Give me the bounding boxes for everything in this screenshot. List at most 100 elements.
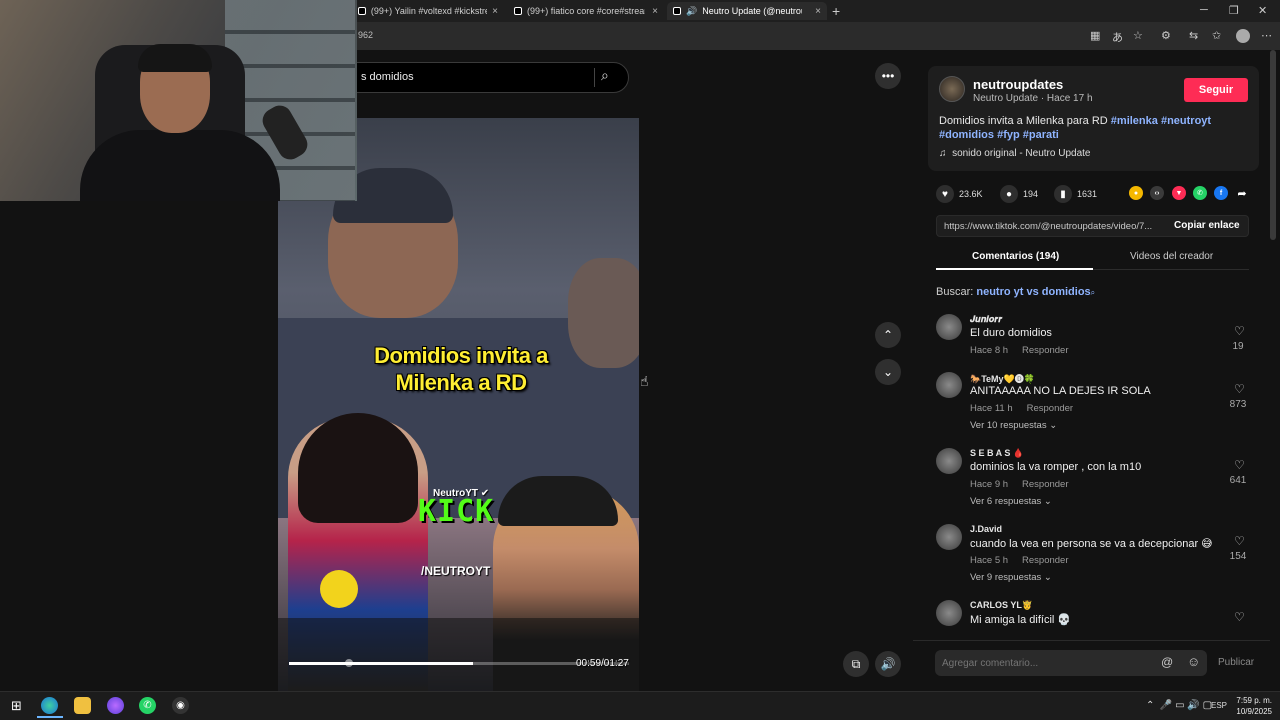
video-handle-text: /NEUTROYT (421, 564, 491, 578)
more-options-icon[interactable]: ••• (875, 63, 901, 89)
creator-avatar[interactable] (939, 76, 965, 102)
hashtag-link[interactable]: #neutroyt (1161, 115, 1211, 127)
browser-tab-3[interactable]: 🔊 Neutro Update (@neutroupd × (667, 2, 827, 20)
whatsapp-icon[interactable]: ✆ (1193, 186, 1207, 200)
search-icon[interactable]: ⌕ (601, 67, 609, 84)
copy-link-button[interactable]: Copiar enlace (1174, 220, 1240, 231)
tab-creator-videos[interactable]: Videos del creador (1130, 251, 1213, 262)
pip-icon[interactable]: ⧉ (843, 651, 869, 677)
close-window-icon[interactable]: ✕ (1258, 4, 1267, 17)
heart-outline-icon[interactable]: ♡ (1234, 382, 1245, 396)
chevron-down-icon[interactable]: ⌄ (875, 359, 901, 385)
commenter-name[interactable]: J.David (970, 524, 1002, 534)
description-text: Domidios invita a Milenka para RD (939, 115, 1108, 127)
profile-avatar[interactable] (1236, 29, 1250, 43)
embed-icon[interactable]: ‹› (1150, 186, 1164, 200)
heart-outline-icon[interactable]: ♡ (1234, 458, 1245, 472)
comment-item: 𝑱𝒖𝒏𝒊𝒐𝒓𝒓 El duro domidios Hace 8 h Respond… (936, 314, 1256, 364)
reply-button[interactable]: Responder (1022, 479, 1068, 490)
edge-browser-icon[interactable] (41, 697, 58, 714)
more-menu-icon[interactable]: ⋯ (1261, 29, 1272, 42)
scrollbar[interactable] (1270, 50, 1276, 240)
commenter-avatar[interactable] (936, 524, 962, 550)
hashtag-link[interactable]: #domidios (939, 129, 994, 141)
creator-username[interactable]: neutroupdates (973, 77, 1063, 92)
view-replies-button[interactable]: Ver 6 respuestas ⌄ (970, 496, 1052, 507)
follow-button[interactable]: Seguir (1184, 78, 1248, 102)
comment-text: cuando la vea en persona se va a decepci… (970, 538, 1213, 550)
view-replies-button[interactable]: Ver 9 respuestas ⌄ (970, 572, 1052, 583)
search-suggestion[interactable]: Buscar: neutro yt vs domidios⌕ (936, 286, 1095, 298)
music-note-icon: ♫ (939, 148, 947, 159)
hashtag-link[interactable]: #parati (1023, 129, 1059, 141)
whatsapp-icon[interactable]: ✆ (139, 697, 156, 714)
facebook-icon[interactable]: f (1214, 186, 1228, 200)
system-tray[interactable]: ⌃ 🎤 ▭ 🔊 ▢ (1146, 700, 1212, 711)
comment-item: S E B A S 🩸 dominios la va romper , con … (936, 448, 1256, 516)
volume-icon[interactable]: 🔊 (875, 651, 901, 677)
commenter-name[interactable]: CARLOS YL🤴 (970, 600, 1033, 611)
new-tab-button[interactable]: + (832, 3, 840, 19)
file-explorer-icon[interactable] (74, 697, 91, 714)
clock[interactable]: 7:59 p. m. 10/9/2025 (1234, 695, 1272, 717)
view-replies-button[interactable]: Ver 10 respuestas ⌄ (970, 420, 1057, 431)
obs-icon[interactable]: ◉ (172, 697, 189, 714)
comment-text: ANITAAAAA NO LA DEJES IR SOLA (970, 385, 1151, 397)
restore-icon[interactable]: ❐ (1229, 4, 1239, 17)
favorite-star-icon[interactable]: ☆ (1133, 29, 1143, 42)
send-icon[interactable]: ▼ (1172, 186, 1186, 200)
like-button[interactable]: ♥ 23.6K (936, 185, 983, 203)
minimize-icon[interactable]: ─ (1200, 4, 1208, 16)
favorites-icon[interactable]: ✩ (1212, 29, 1221, 42)
reply-button[interactable]: Responder (1027, 403, 1073, 414)
split-screen-icon[interactable]: ⇆ (1189, 29, 1198, 42)
windows-start-icon[interactable]: ⊞ (8, 697, 25, 714)
commenter-avatar[interactable] (936, 372, 962, 398)
mention-icon[interactable]: @ (1161, 655, 1173, 669)
url-field[interactable]: 962 (358, 30, 373, 40)
tab-comments[interactable]: Comentarios (194) (972, 251, 1059, 262)
extensions-icon[interactable]: ⚙ (1161, 29, 1171, 42)
commenter-avatar[interactable] (936, 600, 962, 626)
emoji-icon[interactable]: ☺ (1187, 654, 1200, 669)
publish-button[interactable]: Publicar (1218, 657, 1254, 668)
video-time: 00:59/01:27 (576, 658, 629, 669)
search-suggestion-query[interactable]: neutro yt vs domidios (976, 286, 1090, 298)
heart-outline-icon[interactable]: ♡ (1234, 610, 1245, 624)
reply-button[interactable]: Responder (1022, 555, 1068, 566)
comment-meta: Hace 5 h Responder (970, 555, 1069, 566)
language-indicator[interactable]: ESP (1211, 701, 1227, 710)
comment-text: Mi amiga la difícil 💀 (970, 614, 1072, 626)
hand-cursor-icon: ☝ (640, 373, 649, 389)
commenter-name[interactable]: S E B A S 🩸 (970, 448, 1024, 459)
video-link-field[interactable]: https://www.tiktok.com/@neutroupdates/vi… (944, 221, 1166, 232)
commenter-avatar[interactable] (936, 448, 962, 474)
commenter-name[interactable]: 🐎TeMy💛🅓🍀 (970, 372, 1035, 385)
heart-outline-icon[interactable]: ♡ (1234, 534, 1245, 548)
close-icon[interactable]: × (492, 6, 498, 17)
browser-tab-1[interactable]: (99+) Yailin #voltexd #kickstream × (352, 2, 504, 20)
chevron-up-icon[interactable]: ⌃ (875, 322, 901, 348)
coin-icon[interactable]: ● (1129, 186, 1143, 200)
comment-item: CARLOS YL🤴 Mi amiga la difícil 💀 ♡ (936, 600, 1256, 640)
sound-link[interactable]: ♫ sonido original - Neutro Update (939, 148, 1090, 159)
commenter-name[interactable]: 𝑱𝒖𝒏𝒊𝒐𝒓𝒓 (970, 314, 1002, 325)
hashtag-link[interactable]: #milenka (1111, 115, 1158, 127)
share-arrow-icon[interactable]: ➦ (1235, 186, 1249, 200)
progress-handle[interactable] (345, 659, 353, 667)
translate-icon[interactable]: あ (1112, 29, 1123, 45)
close-icon[interactable]: × (652, 6, 658, 17)
messenger-icon[interactable] (107, 697, 124, 714)
save-button[interactable]: ▮ 1631 (1054, 185, 1097, 203)
browser-tab-2[interactable]: (99+) fiatico core #core#stream# × (508, 2, 664, 20)
active-app-indicator (37, 716, 63, 718)
close-icon[interactable]: × (815, 6, 821, 17)
hashtag-link[interactable]: #fyp (997, 129, 1020, 141)
apps-icon[interactable]: ▦ (1090, 29, 1100, 42)
commenter-avatar[interactable] (936, 314, 962, 340)
video-player[interactable]: Domidios invita a Milenka a RD NeutroYT … (278, 118, 639, 691)
comment-button[interactable]: ● 194 (1000, 185, 1038, 203)
search-input[interactable]: s domidios (361, 71, 414, 83)
heart-outline-icon[interactable]: ♡ (1234, 324, 1245, 338)
reply-button[interactable]: Responder (1022, 345, 1068, 356)
